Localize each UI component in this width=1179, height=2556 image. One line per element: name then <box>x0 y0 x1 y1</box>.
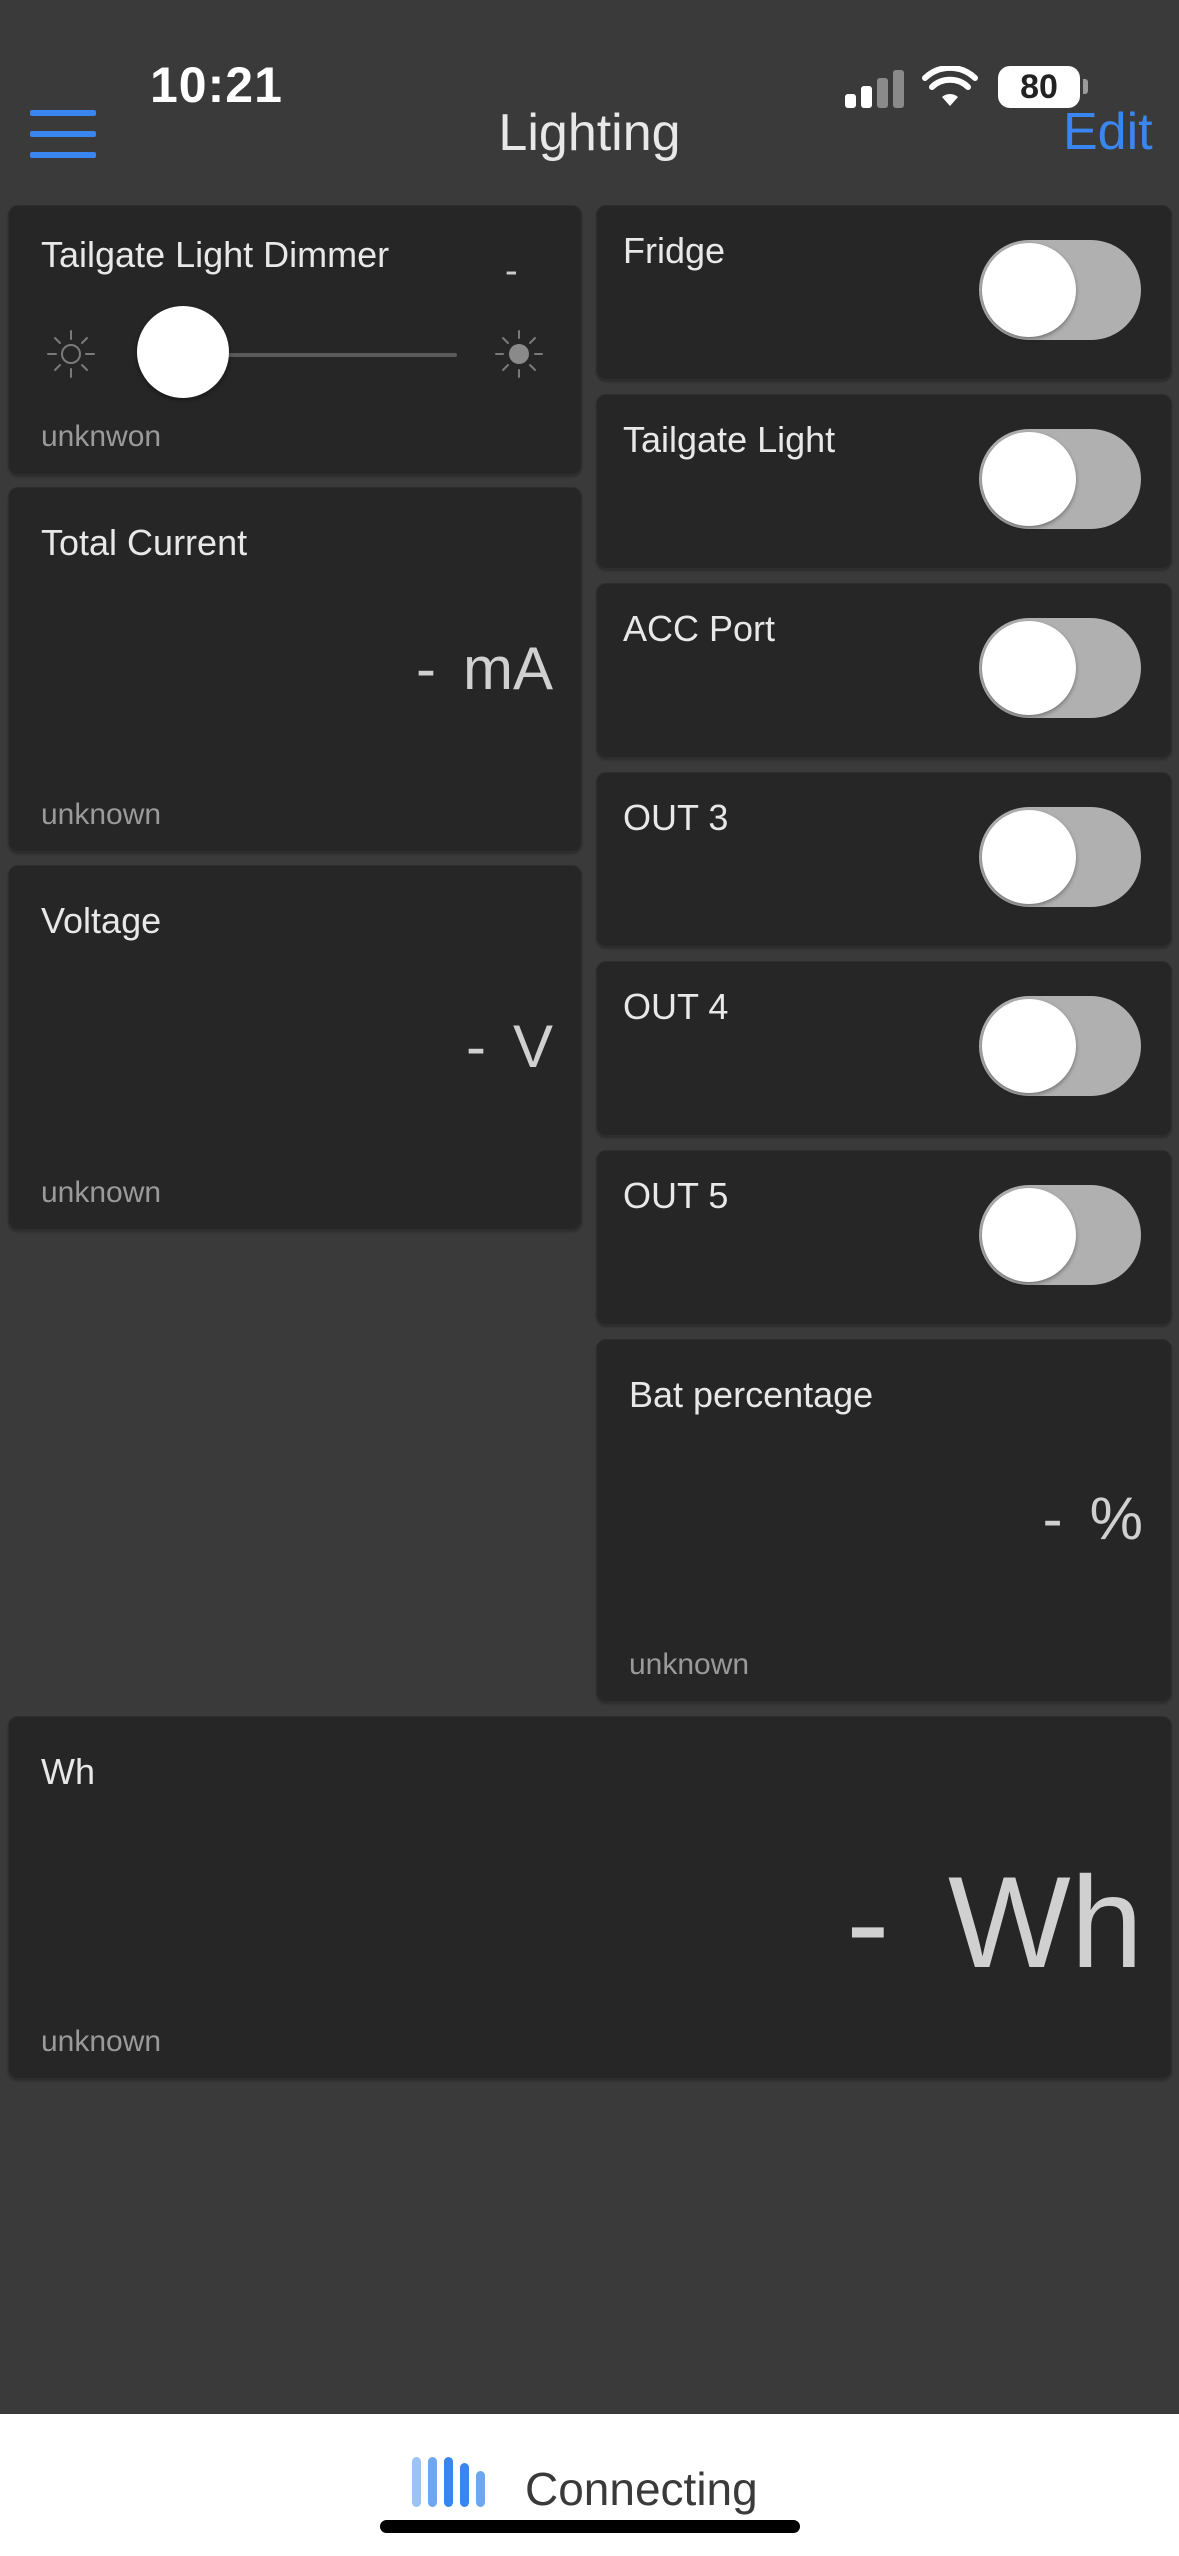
edit-button[interactable]: Edit <box>1063 102 1153 162</box>
switch-card-tailgate-light: Tailgate Light <box>596 394 1172 569</box>
bat-dash: - <box>1042 1485 1063 1552</box>
dimmer-slider-knob[interactable] <box>137 306 229 398</box>
switch-label: OUT 3 <box>623 797 729 838</box>
tailgate-light-toggle[interactable] <box>979 429 1141 529</box>
battery-cap <box>1083 79 1088 94</box>
switch-card-out-5: OUT 5 <box>596 1150 1172 1325</box>
switch-label: Tailgate Light <box>623 419 836 460</box>
bat-title: Bat percentage <box>629 1374 874 1415</box>
wh-dash: - <box>846 1849 890 1995</box>
switch-label: ACC Port <box>623 608 776 649</box>
switch-card-fridge: Fridge <box>596 205 1172 380</box>
current-status: unknown <box>41 798 162 831</box>
voltage-value: -V <box>466 1012 553 1081</box>
bat-value: -% <box>1043 1484 1143 1553</box>
switch-label: OUT 5 <box>623 1175 729 1216</box>
connection-status-text: Connecting <box>525 2463 758 2515</box>
current-value: - mA <box>416 634 553 703</box>
home-indicator[interactable] <box>380 2520 800 2533</box>
switch-card-out-4: OUT 4 <box>596 961 1172 1136</box>
switch-label: Fridge <box>623 230 726 271</box>
voltage-unit: V <box>512 1013 553 1080</box>
sun-dim-icon <box>47 330 95 378</box>
out-4-toggle[interactable] <box>979 996 1141 1096</box>
voltage-dash: - <box>465 1013 486 1080</box>
wh-unit: Wh <box>948 1849 1143 1995</box>
current-card: Total Current - mA unknown <box>8 487 582 852</box>
current-unit: mA <box>463 635 553 702</box>
current-title: Total Current <box>41 522 248 563</box>
current-dash: - <box>416 635 436 702</box>
dimmer-status: unknwon <box>41 420 162 453</box>
wh-title: Wh <box>41 1751 95 1792</box>
out-3-toggle[interactable] <box>979 807 1141 907</box>
wh-status: unknown <box>41 2025 162 2058</box>
voltage-title: Voltage <box>41 900 162 941</box>
switch-label: OUT 4 <box>623 986 729 1027</box>
bat-percentage-card: Bat percentage -% unknown <box>596 1339 1172 1702</box>
connecting-activity-icon <box>412 2457 485 2507</box>
out-5-toggle[interactable] <box>979 1185 1141 1285</box>
dimmer-card: Tailgate Light Dimmer - unknwon <box>8 205 582 475</box>
bat-status: unknown <box>629 1648 750 1681</box>
acc-port-toggle[interactable] <box>979 618 1141 718</box>
dimmer-value: - <box>505 250 518 292</box>
bat-unit: % <box>1089 1485 1143 1552</box>
switch-card-acc-port: ACC Port <box>596 583 1172 758</box>
voltage-card: Voltage -V unknown <box>8 865 582 1230</box>
dimmer-title: Tailgate Light Dimmer <box>41 234 390 275</box>
wh-value: - Wh <box>846 1847 1143 1997</box>
voltage-status: unknown <box>41 1176 162 1209</box>
fridge-toggle[interactable] <box>979 240 1141 340</box>
sun-bright-icon <box>495 330 543 378</box>
page-title: Lighting <box>498 104 681 162</box>
switch-card-out-3: OUT 3 <box>596 772 1172 947</box>
wh-card: Wh - Wh unknown <box>8 1716 1172 2079</box>
